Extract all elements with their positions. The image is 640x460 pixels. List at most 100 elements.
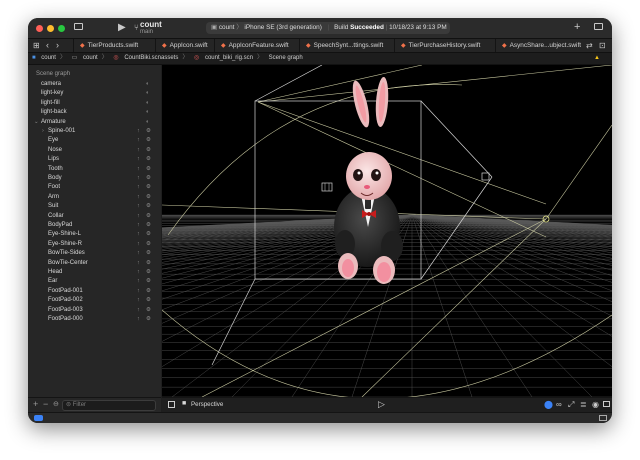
node-arrow-icon: ↑ <box>137 240 140 247</box>
scene-node-row[interactable]: Tooth ⚙ ↑ <box>28 165 161 174</box>
breadcrumb-scene-graph[interactable]: Scene graph <box>269 55 303 61</box>
filter-field[interactable]: ⊜ Filter <box>62 400 156 411</box>
sidebar-toggle-icon[interactable] <box>74 23 83 30</box>
tab-tier-purchase-history[interactable]: ◆ TierPurchaseHistory.swift <box>394 39 495 52</box>
outline-toggle-icon[interactable] <box>168 401 175 408</box>
scene-node-row[interactable]: Head ⚙ ↑ <box>28 268 161 277</box>
scene-node-label: BowTie-Sides <box>48 250 85 257</box>
scene-node-label: light-fill <box>41 99 60 106</box>
minimize-window-button[interactable] <box>47 25 54 32</box>
options-icon[interactable]: ⊖ <box>53 400 59 408</box>
scene-node-row[interactable]: BodyPad ⚙ ↑ <box>28 221 161 230</box>
layers-icon[interactable]: ≣ <box>580 400 587 409</box>
debug-area-toggle-icon[interactable] <box>599 415 607 421</box>
scene-node-row[interactable]: Lips ⚙ ↑ <box>28 155 161 164</box>
scene-node-row[interactable]: FootPad-001 ⚙ ↑ <box>28 287 161 296</box>
tab-tier-products[interactable]: ◆ TierProducts.swift <box>73 39 155 52</box>
editor-tab-bar: ⊞ ‹ › ◆ TierProducts.swift ◆ AppIcon.swift… <box>28 39 612 53</box>
inspector-toggle-icon[interactable] <box>594 23 603 30</box>
transform-icon[interactable]: ⤢ <box>568 400 574 410</box>
scene-node-row[interactable]: light-back ◐ <box>28 108 161 117</box>
swift-icon: ◆ <box>401 43 406 49</box>
link-icon[interactable]: ∞ <box>556 400 562 409</box>
eye-icon[interactable]: ◉ <box>592 400 599 409</box>
scene-node-row[interactable]: Suit ⚙ ↑ <box>28 202 161 211</box>
scene-canvas[interactable] <box>162 65 612 397</box>
jumpbar-warning-icon[interactable]: ▲ <box>594 53 600 64</box>
play-animation-icon[interactable]: ▷ <box>378 399 385 410</box>
scene-node-row[interactable]: BowTie-Center ⚙ ↑ <box>28 259 161 268</box>
scene-viewport[interactable] <box>162 65 612 397</box>
run-destination-device[interactable]: iPhone SE (3rd generation) <box>244 24 321 31</box>
scene-node-row[interactable]: FootPad-003 ⚙ ↑ <box>28 306 161 315</box>
node-arrow-icon: ↑ <box>137 269 140 275</box>
scene-editing-icon[interactable]: ⬤ <box>544 400 553 409</box>
scene-node-row[interactable]: › Spine-001 ⚙ ↑ <box>28 127 161 136</box>
node-settings-icon: ⚙ <box>146 306 151 313</box>
sidebar-bottom-bar: + − ⊖ ⊜ Filter <box>28 397 161 412</box>
breadcrumb-group[interactable]: count <box>83 55 98 61</box>
camera-mode-label[interactable]: Perspective <box>191 401 223 408</box>
scene-node-label: light-back <box>41 109 67 116</box>
breadcrumb-scene-file[interactable]: count_biki_rig.scn <box>205 55 253 61</box>
add-node-icon[interactable]: + <box>33 399 38 409</box>
close-window-button[interactable] <box>36 25 43 32</box>
scene-node-label: Ear <box>48 278 58 285</box>
scene-node-row[interactable]: Arm ⚙ ↑ <box>28 193 161 202</box>
split-editor-icon[interactable]: ⇄ <box>586 41 593 51</box>
tab-app-icon-feature[interactable]: ◆ AppIconFeature.swift <box>214 39 299 52</box>
canvas-toggle-icon[interactable] <box>603 401 610 407</box>
tab-app-icon[interactable]: ◆ AppIcon.swift <box>155 39 214 52</box>
scene-node-row[interactable]: ⌄ Armature ◐ <box>28 118 161 127</box>
breadcrumb-project[interactable]: count <box>41 55 56 61</box>
zoom-window-button[interactable] <box>58 25 65 32</box>
folder-icon: ▭ <box>71 55 78 61</box>
camera-gizmo-icon[interactable] <box>321 182 333 192</box>
bunny-model[interactable] <box>334 77 403 284</box>
scene-node-row[interactable]: Collar ⚙ ↑ <box>28 212 161 221</box>
camera-icon: ■ <box>182 400 187 407</box>
scheme-selector[interactable]: count main <box>140 20 162 36</box>
forward-icon[interactable]: › <box>56 40 59 50</box>
disclosure-chevron-icon[interactable]: › <box>42 127 44 136</box>
add-icon[interactable]: + <box>574 22 580 33</box>
run-destination-target[interactable]: count <box>219 24 235 31</box>
scene-node-row[interactable]: Nose ⚙ ↑ <box>28 146 161 155</box>
scene-node-row[interactable]: Ear ⚙ ↑ <box>28 277 161 286</box>
scene-node-row[interactable]: camera ◐ <box>28 80 161 89</box>
grid-icon[interactable]: ⊞ <box>33 41 40 51</box>
scheme-name: count <box>140 20 162 29</box>
scene-node-row[interactable]: Eye-Shine-L ⚙ ↑ <box>28 230 161 239</box>
back-icon[interactable]: ‹ <box>46 40 49 50</box>
scene-node-row[interactable]: FootPad-000 ⚙ ↑ <box>28 315 161 324</box>
scene-node-row[interactable]: FootPad-002 ⚙ ↑ <box>28 296 161 305</box>
tab-async-subject[interactable]: ◆ AsyncShare...ubject.swift <box>495 39 582 52</box>
scene-node-row[interactable]: Foot ⚙ ↑ <box>28 183 161 192</box>
branch-name: main <box>140 29 154 35</box>
scene-node-label: Arm <box>48 193 59 200</box>
node-settings-icon: ⚙ <box>146 297 151 304</box>
scene-node-row[interactable]: light-fill ◐ <box>28 99 161 108</box>
tab-speech-settings[interactable]: ◆ SpeechSynt...ttings.swift <box>299 39 394 52</box>
scene-node-label: Eye <box>48 137 59 144</box>
node-type-icon: ◐ <box>146 99 150 106</box>
scene-node-label: FootPad-001 <box>48 287 83 294</box>
navigator-indicator-icon[interactable] <box>34 415 43 421</box>
scene-node-row[interactable]: BowTie-Sides ⚙ ↑ <box>28 249 161 258</box>
run-icon[interactable]: ▶ <box>118 23 126 33</box>
swift-icon: ◆ <box>221 43 226 49</box>
node-arrow-icon: ↑ <box>137 203 140 210</box>
scene-node-row[interactable]: light-key ◐ <box>28 89 161 98</box>
scene-node-row[interactable]: Eye-Shine-R ⚙ ↑ <box>28 240 161 249</box>
viewport-bottom-bar: ■ Perspective ▷ ⬤ ∞ ⤢ ≣ ◉ <box>162 397 612 412</box>
tab-label: TierProducts.swift <box>87 42 139 49</box>
remove-node-icon[interactable]: − <box>43 399 48 409</box>
node-arrow-icon: ↑ <box>137 146 140 153</box>
scene-node-row[interactable]: Body ⚙ ↑ <box>28 174 161 183</box>
breadcrumb-scnassets[interactable]: CountBiki.scnassets <box>124 55 178 61</box>
editor-options-icon[interactable]: ⊡ <box>599 41 606 51</box>
disclosure-chevron-icon[interactable]: ⌄ <box>34 118 39 127</box>
scene-node-label: Eye-Shine-L <box>48 231 82 238</box>
node-arrow-icon: ↑ <box>137 306 140 313</box>
scene-node-row[interactable]: Eye ⚙ ↑ <box>28 136 161 145</box>
